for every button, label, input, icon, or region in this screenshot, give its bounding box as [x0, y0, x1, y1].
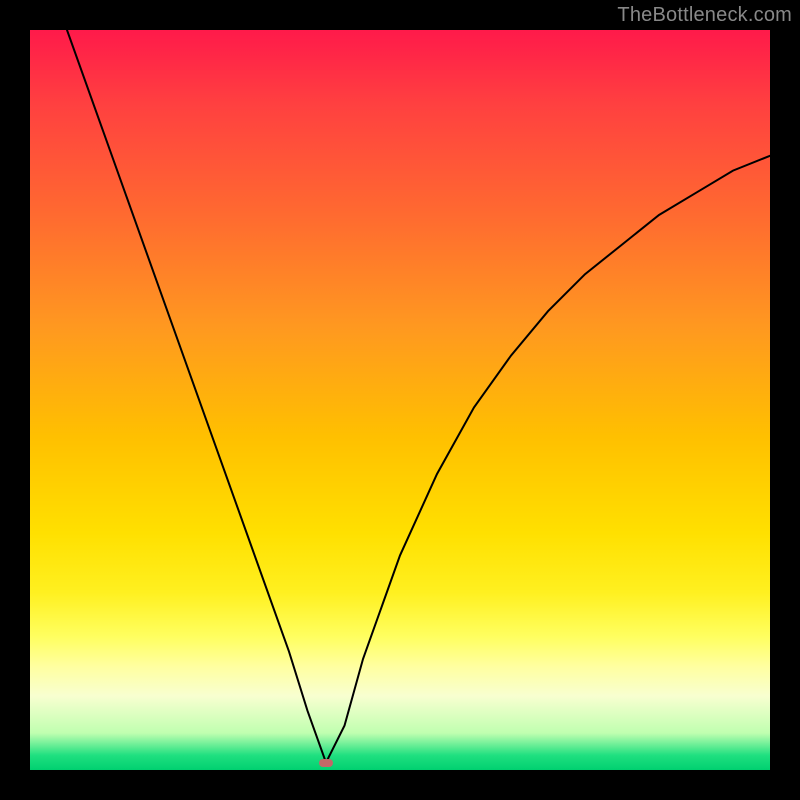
curve-svg — [30, 30, 770, 770]
chart-frame: TheBottleneck.com — [0, 0, 800, 800]
watermark: TheBottleneck.com — [617, 4, 792, 27]
minimum-marker — [319, 759, 333, 767]
plot-area — [30, 30, 770, 770]
bottleneck-curve — [67, 30, 770, 763]
